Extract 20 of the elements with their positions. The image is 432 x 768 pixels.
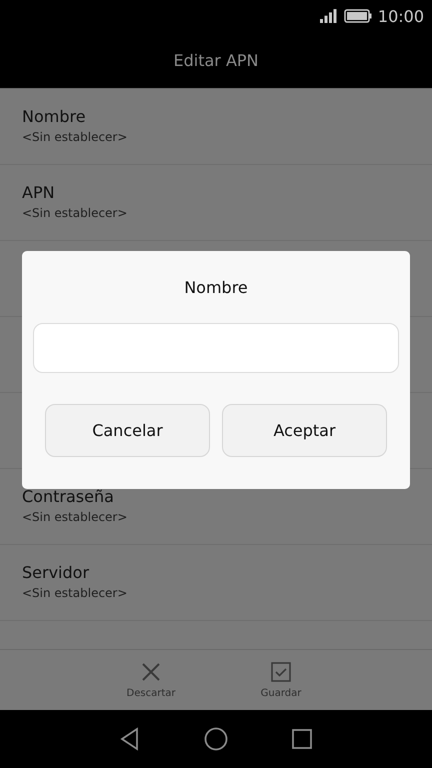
home-icon[interactable] xyxy=(204,727,228,751)
signal-icon xyxy=(320,9,338,23)
recents-icon[interactable] xyxy=(290,727,314,751)
setting-value: <Sin establecer> xyxy=(22,130,128,144)
input-field[interactable] xyxy=(33,323,399,373)
setting-value: <Sin establecer> xyxy=(22,206,128,220)
setting-label: Contraseña xyxy=(22,487,115,506)
screen-title: Editar APN xyxy=(173,50,258,70)
dialog-title: Nombre xyxy=(184,278,248,297)
setting-label: APN xyxy=(22,183,56,202)
close-icon xyxy=(141,662,161,682)
setting-value: <Sin establecer> xyxy=(22,586,128,600)
checkbox-icon xyxy=(271,662,291,682)
setting-value: <Sin establecer> xyxy=(22,510,128,524)
setting-label: Nombre xyxy=(22,107,87,126)
battery-icon xyxy=(344,9,372,23)
clock-time: 10:00 xyxy=(378,6,424,26)
cancel-button[interactable]: Cancelar xyxy=(45,404,210,457)
setting-label: Servidor xyxy=(22,563,90,582)
accept-button[interactable]: Aceptar xyxy=(222,404,387,457)
